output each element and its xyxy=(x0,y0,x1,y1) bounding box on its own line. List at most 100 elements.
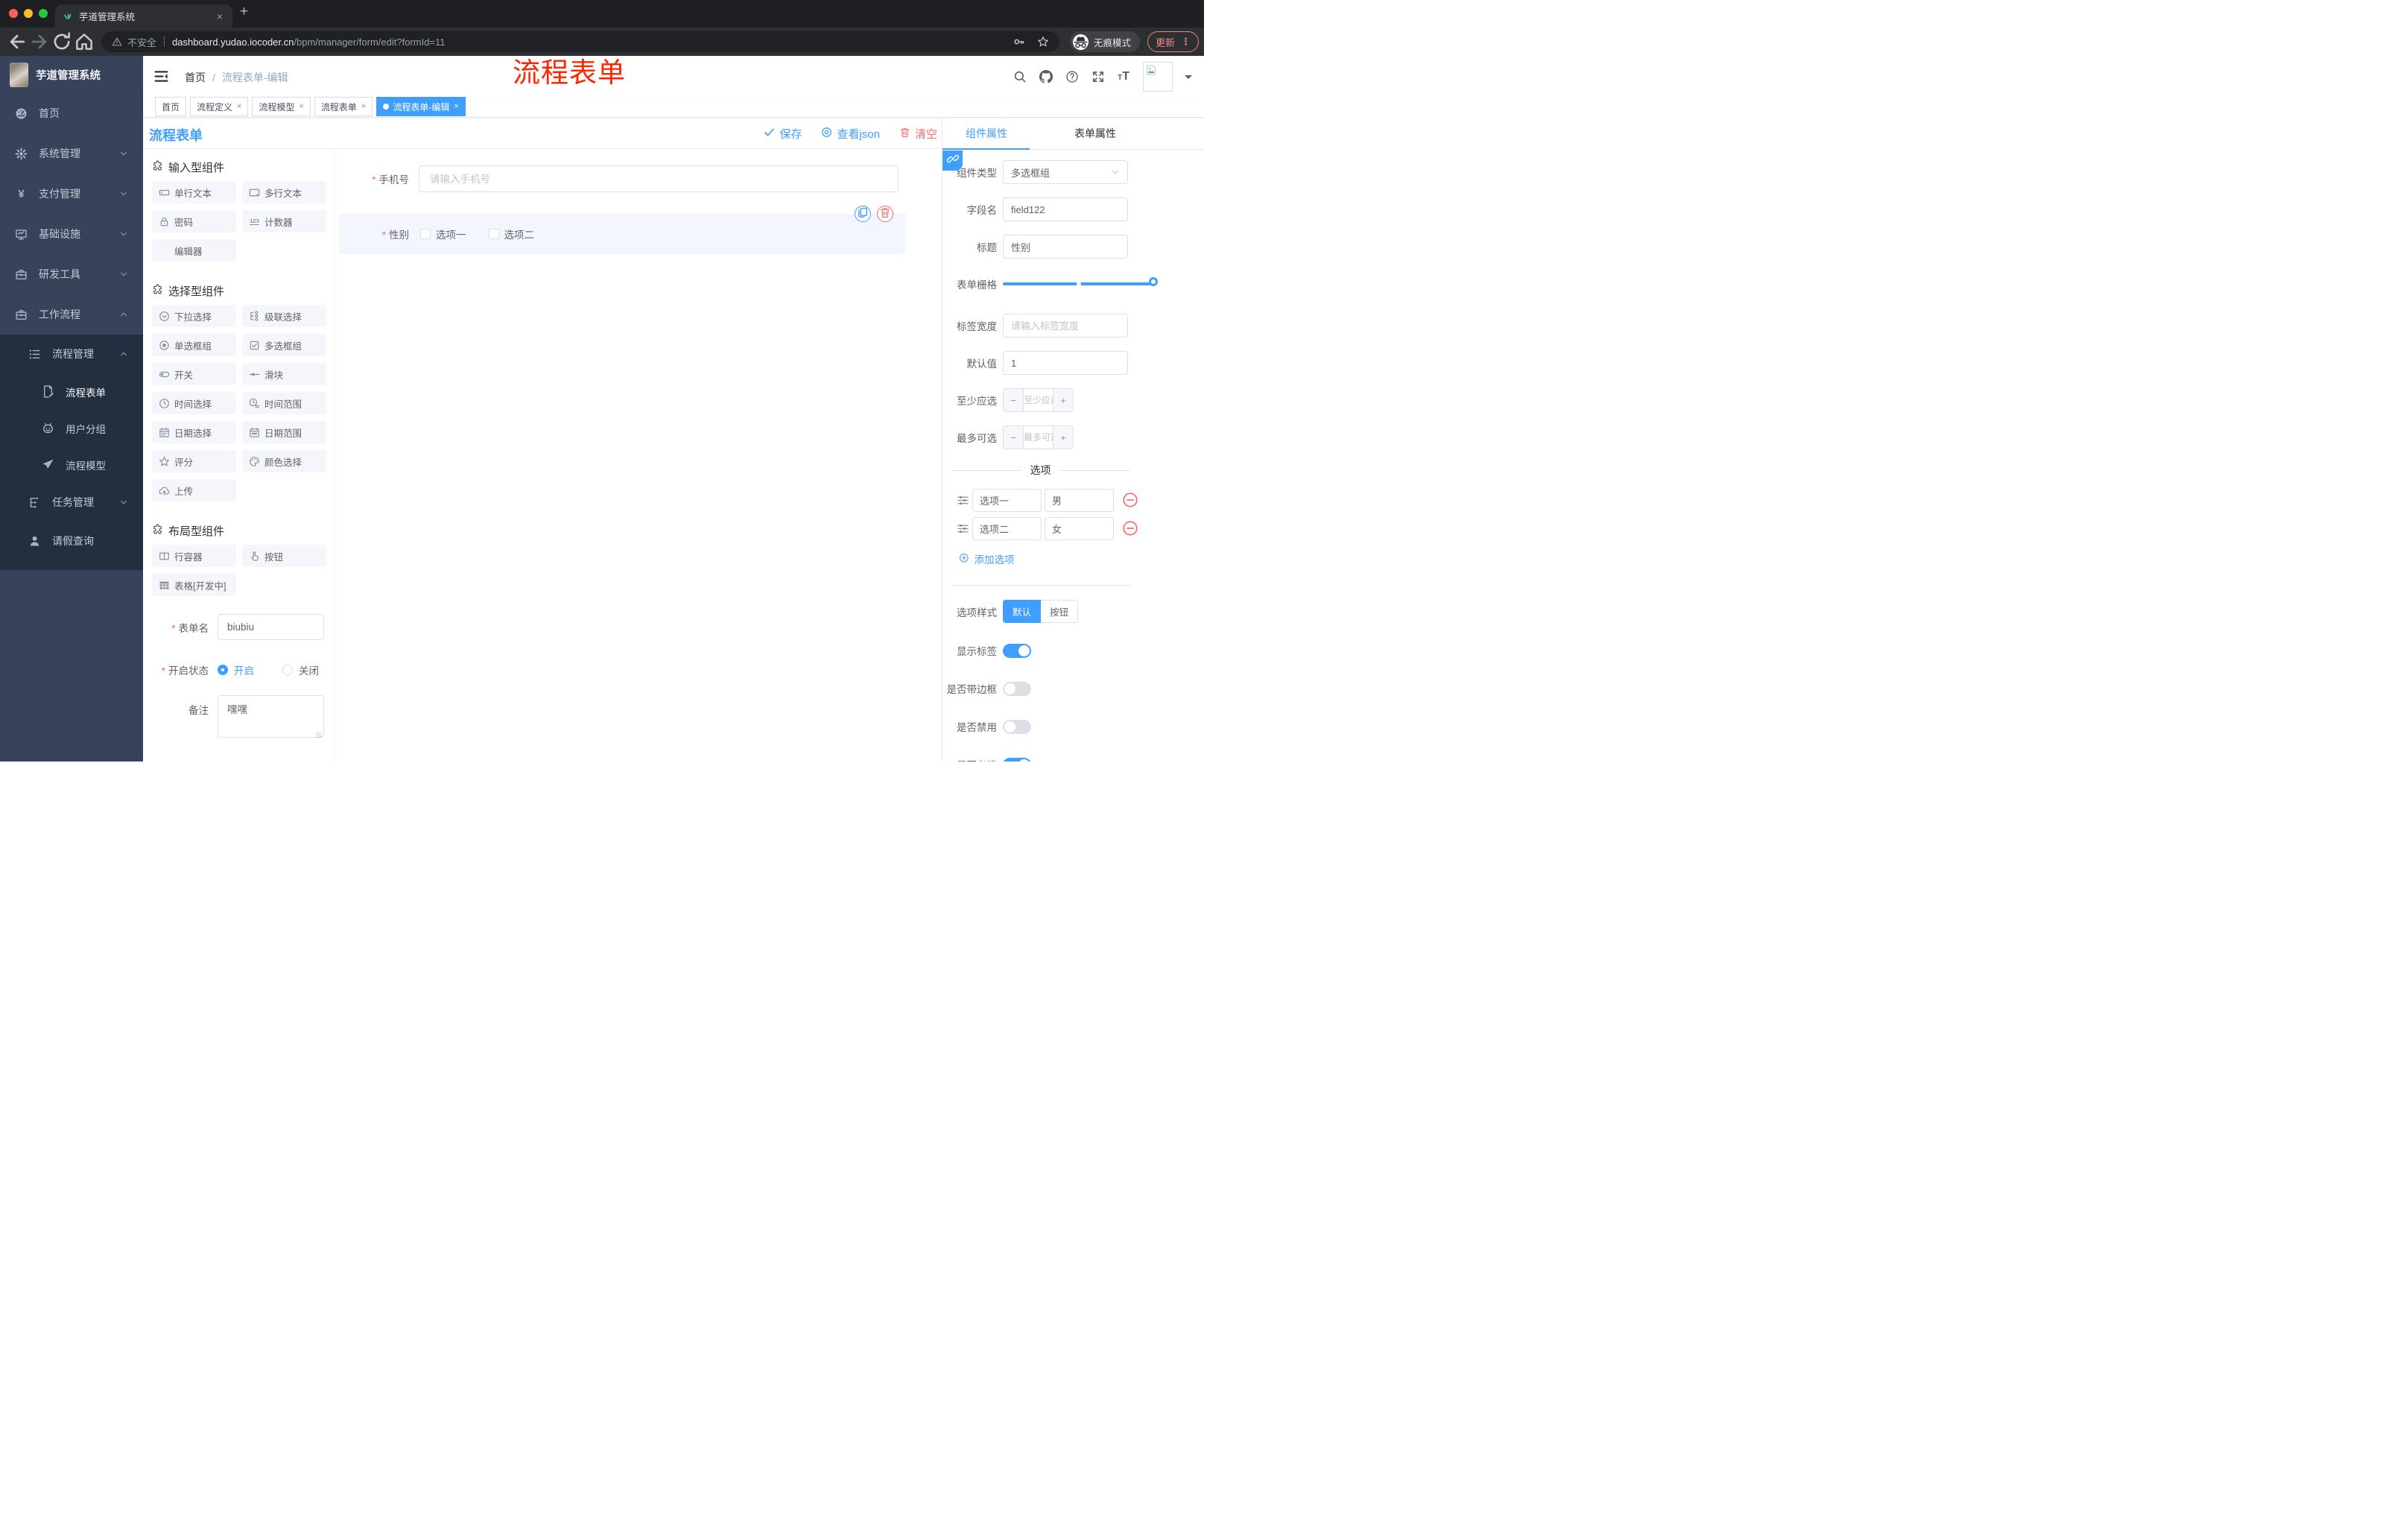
sidebar-item-研发工具[interactable]: 研发工具 xyxy=(0,254,143,294)
url-bar[interactable]: 不安全 dashboard.yudao.iocoder.cn /bpm/mana… xyxy=(101,31,1059,52)
palette-item-多选框组[interactable]: 多选框组 xyxy=(242,334,326,356)
phone-field-row[interactable]: 手机号 xyxy=(335,165,942,192)
status-off-radio[interactable] xyxy=(282,665,293,675)
option-label-input[interactable] xyxy=(972,516,1042,540)
drag-handle-icon[interactable] xyxy=(957,522,969,535)
sidebar-item-用户分组[interactable]: 用户分组 xyxy=(0,410,143,446)
toggle-显示标签[interactable] xyxy=(1003,643,1031,658)
plus-button[interactable]: + xyxy=(1054,426,1073,449)
sidebar-item-流程管理[interactable]: 流程管理 xyxy=(0,335,143,373)
palette-item-多行文本[interactable]: 多行文本 xyxy=(242,181,326,203)
key-icon[interactable] xyxy=(1013,36,1025,48)
drag-handle-icon[interactable] xyxy=(957,494,969,507)
component-type-select[interactable]: 多选框组 xyxy=(1003,160,1128,184)
hamburger-icon[interactable] xyxy=(153,69,169,84)
back-icon[interactable] xyxy=(6,31,28,52)
max-select-input[interactable] xyxy=(1023,426,1054,449)
home-icon[interactable] xyxy=(73,31,95,52)
question-icon[interactable] xyxy=(1065,70,1079,83)
palette-item-行容器[interactable]: 行容器 xyxy=(152,545,236,567)
plus-button[interactable]: + xyxy=(1054,389,1073,411)
remove-option-icon[interactable] xyxy=(1122,520,1138,536)
minus-button[interactable]: − xyxy=(1004,389,1023,411)
view-json-button[interactable]: 查看json xyxy=(821,126,880,142)
save-button[interactable]: 保存 xyxy=(764,126,802,142)
sidebar-item-工作流程[interactable]: 工作流程 xyxy=(0,294,143,335)
remove-option-icon[interactable] xyxy=(1122,492,1138,508)
avatar[interactable] xyxy=(1143,62,1173,92)
toggle-是否禁用[interactable] xyxy=(1003,719,1031,734)
palette-item-计数器[interactable]: 123 计数器 xyxy=(242,210,326,232)
palette-item-颜色选择[interactable]: 颜色选择 xyxy=(242,450,326,472)
tag-流程模型[interactable]: 流程模型 × xyxy=(252,97,311,116)
tag-close-icon[interactable]: × xyxy=(361,102,366,111)
close-window-button[interactable] xyxy=(9,9,18,18)
sidebar-item-基础设施[interactable]: 基础设施 xyxy=(0,214,143,254)
tag-close-icon[interactable]: × xyxy=(237,102,241,111)
palette-item-评分[interactable]: 评分 xyxy=(152,450,236,472)
minus-button[interactable]: − xyxy=(1004,426,1023,449)
link-tab[interactable] xyxy=(942,151,963,171)
window-controls[interactable] xyxy=(9,9,48,18)
form-remark-textarea[interactable]: 嘿嘿 xyxy=(218,695,324,738)
palette-item-按钮[interactable]: 按钮 xyxy=(242,545,326,567)
copy-component-button[interactable] xyxy=(855,206,871,222)
tag-流程表单-编辑[interactable]: 流程表单-编辑 × xyxy=(376,97,466,116)
phone-field-input[interactable] xyxy=(419,165,899,192)
min-select-input[interactable] xyxy=(1023,389,1054,411)
palette-item-时间选择[interactable]: 时间选择 xyxy=(152,392,236,414)
palette-item-编辑器[interactable]: 编辑器 xyxy=(152,239,236,262)
browser-tab[interactable]: 芋道管理系统 × xyxy=(55,4,232,28)
delete-component-button[interactable] xyxy=(877,206,893,222)
browser-update-button[interactable]: 更新 ⋮ xyxy=(1147,31,1200,52)
toggle-是否必填[interactable] xyxy=(1003,757,1031,762)
fullscreen-icon[interactable] xyxy=(1091,70,1105,83)
palette-item-日期选择[interactable]: 日期选择 xyxy=(152,421,236,443)
option-value-input[interactable] xyxy=(1045,488,1114,512)
add-option-button[interactable]: 添加选项 xyxy=(959,551,1204,567)
reload-icon[interactable] xyxy=(51,31,73,52)
kebab-menu-icon[interactable]: ⋮ xyxy=(1181,36,1191,48)
tag-流程表单[interactable]: 流程表单 × xyxy=(314,97,373,116)
palette-item-日期范围[interactable]: 日期范围 xyxy=(242,421,326,443)
new-tab-button[interactable]: + xyxy=(240,4,248,20)
palette-item-下拉选择[interactable]: 下拉选择 xyxy=(152,305,236,327)
palette-item-上传[interactable]: 上传 xyxy=(152,479,236,501)
sidebar-item-流程表单[interactable]: 流程表单 xyxy=(0,373,143,410)
minimize-window-button[interactable] xyxy=(24,9,33,18)
option-label-input[interactable] xyxy=(972,488,1042,512)
checkbox[interactable] xyxy=(488,229,499,239)
palette-item-开关[interactable]: 开关 xyxy=(152,363,236,385)
resize-grip[interactable] xyxy=(316,732,322,738)
fontsize-icon[interactable]: TT xyxy=(1118,70,1129,83)
gender-field-selected[interactable]: 性别 选项一 选项二 xyxy=(339,206,906,254)
maximize-window-button[interactable] xyxy=(39,9,48,18)
palette-item-单行文本[interactable]: 单行文本 xyxy=(152,181,236,203)
sidebar-item-系统管理[interactable]: 系统管理 xyxy=(0,133,143,174)
sidebar-logo[interactable]: 芋道管理系统 xyxy=(0,56,143,93)
palette-item-时间范围[interactable]: 时间范围 xyxy=(242,392,326,414)
status-on-radio[interactable] xyxy=(218,665,228,675)
label-width-input[interactable] xyxy=(1003,314,1128,338)
breadcrumb-home[interactable]: 首页 xyxy=(185,72,206,83)
avatar-caret-icon[interactable] xyxy=(1185,75,1192,83)
grid-slider[interactable] xyxy=(1003,272,1158,296)
option-value-input[interactable] xyxy=(1045,516,1114,540)
tag-close-icon[interactable]: × xyxy=(299,102,303,111)
sidebar-item-流程模型[interactable]: 流程模型 xyxy=(0,446,143,483)
checkbox-option-选项一[interactable]: 选项一 xyxy=(420,227,466,241)
field-name-input[interactable] xyxy=(1003,197,1128,221)
checkbox-option-选项二[interactable]: 选项二 xyxy=(488,227,534,241)
status-on-label[interactable]: 开启 xyxy=(234,662,254,677)
tag-首页[interactable]: 首页 xyxy=(155,97,187,116)
github-icon[interactable] xyxy=(1039,69,1054,83)
default-value-input[interactable] xyxy=(1003,351,1128,375)
palette-item-级联选择[interactable]: 级联选择 xyxy=(242,305,326,327)
star-icon[interactable] xyxy=(1037,36,1049,48)
checkbox[interactable] xyxy=(420,229,431,239)
sidebar-item-支付管理[interactable]: ¥ 支付管理 xyxy=(0,174,143,214)
toggle-是否带边框[interactable] xyxy=(1003,681,1031,696)
style-option-按钮[interactable]: 按钮 xyxy=(1041,600,1079,623)
style-option-默认[interactable]: 默认 xyxy=(1003,600,1042,623)
title-input[interactable] xyxy=(1003,235,1128,259)
